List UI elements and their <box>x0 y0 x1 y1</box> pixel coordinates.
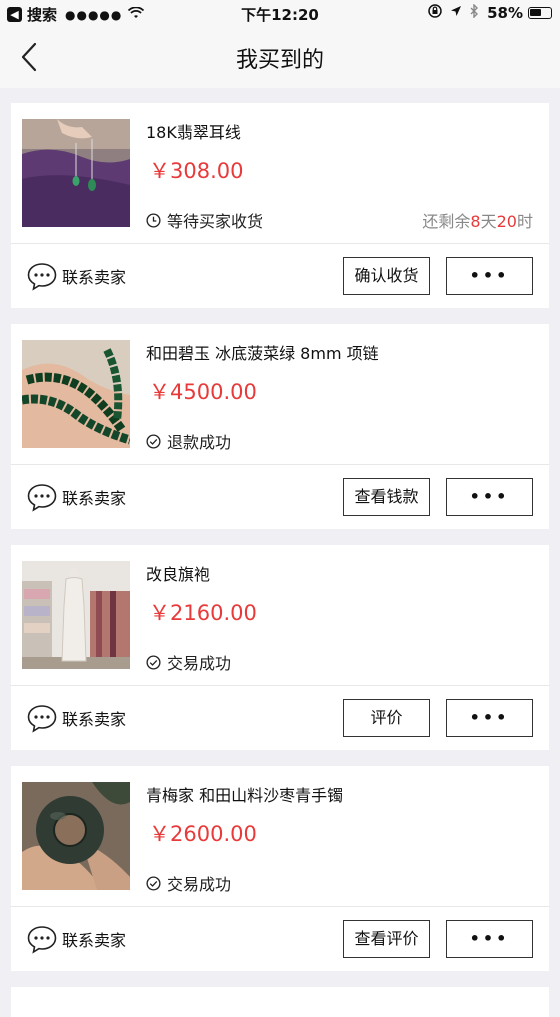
product-price: ￥308.00 <box>149 159 244 183</box>
order-status: 退款成功 <box>146 429 231 453</box>
product-title[interactable]: 18K翡翠耳线 <box>146 119 241 143</box>
contact-seller-label: 联系卖家 <box>62 268 127 287</box>
divider <box>11 906 549 907</box>
view-review-button[interactable]: 查看评价 <box>343 920 430 958</box>
more-button[interactable]: ••• <box>446 478 533 516</box>
more-button[interactable]: ••• <box>446 257 533 295</box>
order-status: 等待买家收货 <box>146 208 263 232</box>
product-title[interactable]: 改良旗袍 <box>146 561 210 585</box>
product-thumbnail[interactable] <box>22 782 130 890</box>
order-list: 18K翡翠耳线 ￥308.00 等待买家收货 还剩余8天20时 联系卖家 确认收… <box>11 103 549 1017</box>
check-circle-icon <box>146 654 161 670</box>
location-icon <box>450 5 462 21</box>
contact-seller-button[interactable]: 联系卖家 <box>26 924 126 954</box>
battery-percent: 58% <box>487 4 523 22</box>
product-thumbnail[interactable] <box>22 340 130 448</box>
product-thumbnail[interactable] <box>22 119 130 227</box>
remaining-day-unit: 天 <box>480 212 497 231</box>
review-button[interactable]: 评价 <box>343 699 430 737</box>
order-status-label: 交易成功 <box>167 654 232 673</box>
order-card[interactable]: 和田碧玉 冰底菠菜绿 8mm 项链 ￥4500.00 退款成功 联系卖家 查看钱… <box>11 324 549 529</box>
product-price: ￥4500.00 <box>149 380 257 404</box>
chat-bubble-icon <box>27 484 57 512</box>
product-thumbnail[interactable] <box>22 561 130 669</box>
nav-bar: 我买到的 <box>0 28 560 88</box>
order-card[interactable]: 18K翡翠耳线 ￥308.00 等待买家收货 还剩余8天20时 联系卖家 确认收… <box>11 103 549 308</box>
status-right: 58% <box>428 3 552 22</box>
more-button[interactable]: ••• <box>446 920 533 958</box>
order-card[interactable]: 青梅家 和田山料沙枣青手镯 ￥2600.00 交易成功 联系卖家 查看评价 ••… <box>11 766 549 971</box>
order-status: 交易成功 <box>146 650 231 674</box>
rotation-lock-icon <box>428 4 442 22</box>
product-price: ￥2600.00 <box>149 822 257 846</box>
remaining-prefix: 还剩余 <box>422 212 471 231</box>
check-circle-icon <box>146 875 161 891</box>
chat-bubble-icon <box>27 263 57 291</box>
product-price: ￥2160.00 <box>149 601 257 625</box>
contact-seller-button[interactable]: 联系卖家 <box>26 261 126 291</box>
remaining-hours: 20 <box>496 212 517 231</box>
divider <box>11 685 549 686</box>
chat-bubble-icon <box>27 705 57 733</box>
clock-icon <box>146 212 161 228</box>
order-status-label: 交易成功 <box>167 875 232 894</box>
remaining-hour-unit: 时 <box>516 212 533 231</box>
check-circle-icon <box>146 433 161 449</box>
view-refund-button[interactable]: 查看钱款 <box>343 478 430 516</box>
more-button[interactable]: ••• <box>446 699 533 737</box>
remaining-days: 8 <box>470 212 481 231</box>
confirm-receipt-button[interactable]: 确认收货 <box>343 257 430 295</box>
contact-seller-button[interactable]: 联系卖家 <box>26 482 126 512</box>
status-bar: ◀ 搜索 ●●●●● 下午12:20 58% <box>0 0 560 28</box>
battery-icon <box>528 7 552 19</box>
product-title[interactable]: 青梅家 和田山料沙枣青手镯 <box>146 782 343 806</box>
divider <box>11 464 549 465</box>
order-card[interactable]: 改良旗袍 ￥2160.00 交易成功 联系卖家 评价 ••• <box>11 545 549 750</box>
chat-bubble-icon <box>27 926 57 954</box>
order-status-label: 退款成功 <box>167 433 232 452</box>
contact-seller-label: 联系卖家 <box>62 710 127 729</box>
bluetooth-icon <box>470 3 479 22</box>
order-status: 交易成功 <box>146 871 231 895</box>
product-title[interactable]: 和田碧玉 冰底菠菜绿 8mm 项链 <box>146 340 379 364</box>
contact-seller-label: 联系卖家 <box>62 489 127 508</box>
remaining-time: 还剩余8天20时 <box>422 208 533 232</box>
order-card-partial[interactable] <box>11 987 549 1017</box>
page-title: 我买到的 <box>235 48 324 73</box>
divider <box>11 243 549 244</box>
order-status-label: 等待买家收货 <box>167 212 264 231</box>
contact-seller-label: 联系卖家 <box>62 931 127 950</box>
contact-seller-button[interactable]: 联系卖家 <box>26 703 126 733</box>
